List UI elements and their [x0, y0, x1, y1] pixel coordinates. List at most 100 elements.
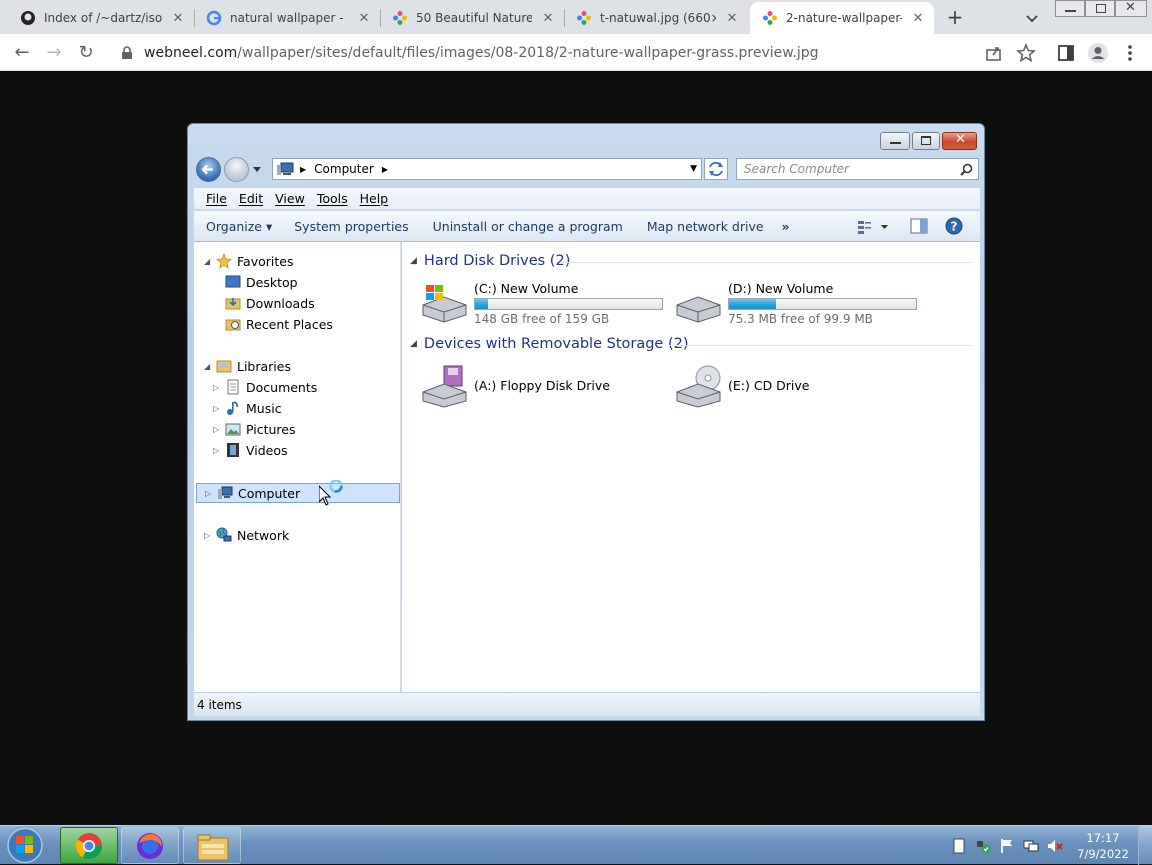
- clock-date: 7/9/2022: [1077, 847, 1129, 861]
- collapse-arrow-icon: ▷: [213, 382, 220, 392]
- explorer-menu-bar: File Edit View Tools Help: [194, 188, 980, 210]
- nav-favorites: ◢ Favorites: [204, 253, 294, 269]
- downloads-folder-icon: [225, 298, 241, 310]
- search-placeholder: Search Computer: [744, 162, 849, 176]
- restore-window-button[interactable]: [1085, 0, 1115, 17]
- close-tab-icon[interactable]: ✕: [170, 11, 186, 26]
- breadcrumb-separator-icon: ▶: [381, 164, 388, 174]
- refresh-arrows-icon: [709, 161, 723, 177]
- documents-icon: [227, 379, 239, 395]
- security-shield-icon[interactable]: [975, 838, 991, 854]
- drive-a-floppy: (A:) Floppy Disk Drive: [420, 364, 660, 408]
- tab-google-search[interactable]: natural wallpaper - Go ✕: [194, 2, 380, 34]
- menu-file: File: [206, 191, 227, 206]
- explorer-command-bar: Organize ▾ System properties Uninstall o…: [194, 211, 980, 242]
- address-dropdown-icon: ▼: [690, 164, 697, 174]
- collapse-arrow-icon: ▷: [205, 488, 212, 498]
- close-tab-icon[interactable]: ✕: [910, 11, 926, 26]
- drive-c-usage-fill: [475, 299, 489, 309]
- group-divider: [667, 345, 972, 346]
- libraries-icon: [216, 360, 232, 373]
- system-clock[interactable]: 17:17 7/9/2022: [1072, 830, 1134, 862]
- drive-c-usage-bar: [474, 298, 663, 310]
- tab-title: Index of /~dartz/isos/: [44, 11, 162, 25]
- tab-natuwal-jpg[interactable]: t-natuwal.jpg (660×40 ✕: [564, 2, 748, 34]
- share-icon[interactable]: [983, 42, 1005, 64]
- nav-computer-selected: ▷ Computer: [196, 483, 400, 503]
- profile-avatar-icon[interactable]: [1087, 42, 1109, 64]
- flag-icon[interactable]: [999, 838, 1015, 854]
- computer-icon: [218, 486, 233, 499]
- explorer-close-button: ✕: [942, 132, 977, 150]
- star-icon: [216, 253, 232, 269]
- kebab-menu-icon[interactable]: [1119, 42, 1141, 64]
- forward-button[interactable]: →: [43, 42, 65, 64]
- tab-title: 2-nature-wallpaper-gr: [786, 11, 902, 25]
- expand-arrow-icon: ◢: [204, 361, 211, 371]
- back-button[interactable]: ←: [11, 42, 33, 64]
- tab-nature-wallpaper-grass[interactable]: 2-nature-wallpaper-gr ✕: [750, 2, 934, 34]
- bookmark-star-icon[interactable]: [1015, 42, 1037, 64]
- nav-music: ▷ Music: [213, 400, 282, 416]
- taskbar-firefox-button[interactable]: [121, 827, 179, 864]
- nav-network: ▷ Network: [204, 527, 290, 543]
- explorer-forward-button: [224, 157, 249, 182]
- svg-text:?: ?: [951, 220, 958, 234]
- content-pane: ◢ Hard Disk Drives (2) (C:) New Volume 1…: [402, 242, 980, 692]
- action-center-icon[interactable]: [951, 838, 967, 854]
- side-panel-icon[interactable]: [1055, 42, 1077, 64]
- preview-pane-icon: [910, 218, 928, 234]
- close-tab-icon[interactable]: ✕: [540, 11, 556, 26]
- chevron-down-icon: [253, 167, 261, 172]
- network-globe-icon: [216, 527, 232, 542]
- drive-a-label: (A:) Floppy Disk Drive: [474, 378, 610, 393]
- busy-cursor-icon: [319, 480, 343, 506]
- drive-d-label: (D:) New Volume: [728, 281, 834, 296]
- taskbar-explorer-button[interactable]: [183, 827, 241, 864]
- network-icon[interactable]: [1023, 838, 1039, 854]
- chrome-icon: [75, 833, 103, 860]
- close-tab-icon[interactable]: ✕: [724, 11, 740, 26]
- group-hard-disk-drives: ◢ Hard Disk Drives (2): [410, 253, 571, 269]
- nav-libraries: ◢ Libraries: [204, 358, 291, 374]
- lock-icon[interactable]: [120, 45, 134, 60]
- tab-nature-wallpapers[interactable]: 50 Beautiful Nature Wa ✕: [380, 2, 564, 34]
- search-icon: [960, 163, 973, 176]
- group-removable-storage: ◢ Devices with Removable Storage (2): [410, 336, 689, 352]
- explorer-search-box: Search Computer: [736, 158, 979, 180]
- url-path: /wallpaper/sites/default/files/images/08…: [237, 44, 819, 61]
- close-window-button[interactable]: ✕: [1115, 0, 1147, 17]
- show-desktop-button[interactable]: [1138, 826, 1152, 865]
- address-bar[interactable]: webneel.com/wallpaper/sites/default/file…: [108, 38, 1048, 67]
- navigation-pane: ◢ Favorites Desktop Downloads Recent Pla…: [194, 242, 401, 692]
- breadcrumb-computer: Computer: [314, 162, 374, 176]
- new-tab-button[interactable]: +: [944, 6, 966, 28]
- reload-button[interactable]: ↻: [75, 42, 97, 64]
- flower-icon: [577, 11, 591, 25]
- start-button[interactable]: [4, 826, 46, 865]
- tab-title: 50 Beautiful Nature Wa: [416, 11, 532, 25]
- toolbar: ← → ↻ webneel.com/wallpaper/sites/defaul…: [0, 34, 1152, 71]
- menu-view: View: [275, 191, 305, 206]
- tab-dartz-isos[interactable]: Index of /~dartz/isos/ ✕: [8, 2, 194, 34]
- hard-drive-icon: [676, 296, 721, 323]
- tab-search-chevron-icon[interactable]: [1022, 8, 1042, 28]
- uninstall-program-button: Uninstall or change a program: [432, 218, 623, 234]
- volume-muted-icon[interactable]: [1047, 838, 1063, 854]
- minimize-window-button[interactable]: [1055, 0, 1085, 17]
- more-commands-chevron-icon: »: [781, 218, 790, 234]
- nav-recent-places: Recent Places: [225, 314, 333, 334]
- tab-strip: Index of /~dartz/isos/ ✕ natural wallpap…: [0, 0, 1152, 34]
- drive-d-usage-fill: [729, 299, 776, 309]
- menu-tools: Tools: [316, 191, 348, 206]
- close-tab-icon[interactable]: ✕: [356, 11, 372, 26]
- breadcrumb-separator-icon: ▶: [300, 164, 307, 174]
- taskbar-chrome-button[interactable]: [60, 827, 118, 864]
- item-count: 4 items: [197, 697, 242, 712]
- nav-documents: ▷ Documents: [213, 379, 318, 395]
- nav-downloads: Downloads: [225, 293, 315, 313]
- drive-c-free-space: 148 GB free of 159 GB: [474, 312, 610, 326]
- back-arrow-icon: [201, 164, 213, 175]
- drive-e-cd: (E:) CD Drive: [674, 364, 914, 408]
- music-note-icon: [227, 401, 238, 415]
